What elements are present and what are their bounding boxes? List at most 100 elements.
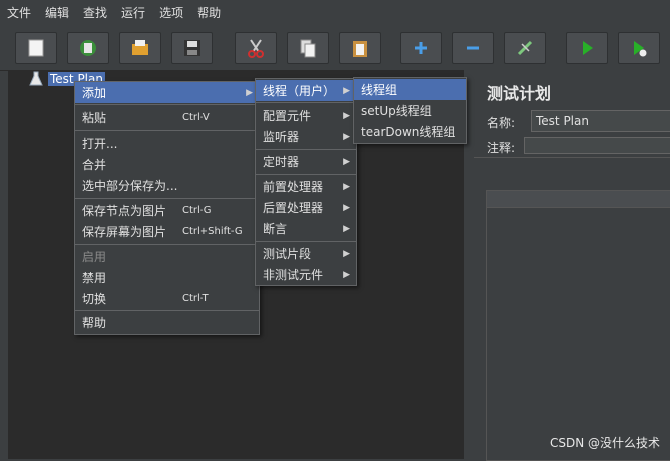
- submenu-arrow-icon: ▶: [343, 181, 350, 192]
- submenu-item-listener[interactable]: 监听器 ▶: [256, 126, 356, 147]
- menu-search[interactable]: 查找: [76, 0, 114, 26]
- copy-button[interactable]: [287, 32, 329, 64]
- menu-shortcut: Ctrl+Shift-G: [182, 226, 243, 237]
- expand-button[interactable]: [400, 32, 442, 64]
- menu-item-label: 线程组: [361, 83, 398, 97]
- menu-item-save-node-image[interactable]: 保存节点为图片 Ctrl-G: [75, 200, 259, 221]
- submenu-arrow-icon: ▶: [343, 85, 350, 96]
- menu-item-label: 合并: [82, 158, 107, 172]
- submenu-item-setup-thread-group[interactable]: setUp线程组: [354, 100, 466, 121]
- variables-table-header: [487, 191, 670, 208]
- menu-separator: [256, 241, 356, 242]
- menu-item-label: 定时器: [263, 155, 300, 169]
- menu-separator: [75, 244, 259, 245]
- menu-item-toggle[interactable]: 切换 Ctrl-T: [75, 288, 259, 309]
- submenu-item-test-fragment[interactable]: 测试片段 ▶: [256, 243, 356, 264]
- menu-item-label: 选中部分保存为...: [82, 179, 178, 193]
- panel-title: 测试计划: [487, 84, 552, 103]
- menu-item-label: 断言: [263, 222, 288, 236]
- menu-item-help[interactable]: 帮助: [75, 312, 259, 333]
- menu-item-label: 非测试元件: [263, 268, 324, 282]
- submenu-item-post-processor[interactable]: 后置处理器 ▶: [256, 197, 356, 218]
- new-button[interactable]: [15, 32, 57, 64]
- menu-item-save-screen-image[interactable]: 保存屏幕为图片 Ctrl+Shift-G: [75, 221, 259, 242]
- menu-item-label: 前置处理器: [263, 180, 324, 194]
- menu-separator: [75, 198, 259, 199]
- templates-icon: [80, 40, 96, 56]
- menu-item-enable: 启用: [75, 246, 259, 267]
- menu-file[interactable]: 文件: [0, 0, 38, 26]
- start-button[interactable]: [566, 32, 608, 64]
- menu-item-label: setUp线程组: [361, 104, 432, 118]
- menu-separator: [256, 102, 356, 103]
- templates-button[interactable]: [67, 32, 109, 64]
- menu-item-label: 保存屏幕为图片: [82, 225, 167, 239]
- menu-run[interactable]: 运行: [114, 0, 152, 26]
- toolbar: [0, 26, 670, 71]
- submenu-arrow-icon: ▶: [246, 87, 253, 98]
- submenu-item-assertion[interactable]: 断言 ▶: [256, 218, 356, 239]
- menu-edit[interactable]: 编辑: [38, 0, 76, 26]
- start-no-pauses-button[interactable]: [618, 32, 660, 64]
- copy-icon: [300, 39, 316, 58]
- expand-icon: [415, 42, 427, 54]
- menu-bar: 文件 编辑 查找 运行 选项 帮助: [0, 0, 670, 26]
- collapse-button[interactable]: [452, 32, 494, 64]
- collapse-icon: [467, 46, 479, 50]
- submenu-item-thread-group[interactable]: 线程组: [354, 79, 466, 100]
- menu-shortcut: Ctrl-T: [182, 293, 209, 304]
- cut-button[interactable]: [235, 32, 277, 64]
- submenu-arrow-icon: ▶: [343, 269, 350, 280]
- save-button[interactable]: [171, 32, 213, 64]
- submenu-item-threads[interactable]: 线程（用户） ▶: [256, 80, 356, 101]
- menu-separator: [75, 104, 259, 105]
- name-field[interactable]: Test Plan: [531, 110, 670, 132]
- submenu-item-config-element[interactable]: 配置元件 ▶: [256, 105, 356, 126]
- open-icon: [132, 40, 148, 55]
- menu-item-label: 粘贴: [82, 111, 107, 125]
- paste-icon: [353, 41, 367, 57]
- panel-divider: [474, 157, 670, 158]
- open-button[interactable]: [119, 32, 161, 64]
- toggle-button[interactable]: [504, 32, 546, 64]
- menu-item-label: 打开...: [82, 137, 118, 151]
- menu-item-label: 切换: [82, 292, 107, 306]
- menu-item-paste[interactable]: 粘贴 Ctrl-V: [75, 107, 259, 128]
- menu-item-merge[interactable]: 合并: [75, 154, 259, 175]
- menu-item-label: 测试片段: [263, 247, 312, 261]
- threads-submenu: 线程组 setUp线程组 tearDown线程组: [353, 77, 467, 144]
- menu-item-label: 配置元件: [263, 109, 312, 123]
- menu-options[interactable]: 选项: [152, 0, 190, 26]
- menu-item-label: 后置处理器: [263, 201, 324, 215]
- name-label: 名称:: [487, 116, 516, 130]
- paste-button[interactable]: [339, 32, 381, 64]
- menu-item-label: 添加: [82, 86, 107, 100]
- menu-help[interactable]: 帮助: [190, 0, 228, 26]
- comment-field[interactable]: [524, 137, 670, 154]
- save-icon: [184, 40, 200, 56]
- submenu-item-pre-processor[interactable]: 前置处理器 ▶: [256, 176, 356, 197]
- add-submenu: 线程（用户） ▶ 配置元件 ▶ 监听器 ▶ 定时器 ▶ 前置处理器 ▶ 后置处理…: [255, 78, 357, 286]
- start-icon: [583, 41, 593, 55]
- menu-item-open[interactable]: 打开...: [75, 133, 259, 154]
- menu-item-label: 监听器: [263, 130, 300, 144]
- menu-item-add[interactable]: 添加 ▶: [75, 82, 259, 103]
- submenu-arrow-icon: ▶: [343, 223, 350, 234]
- submenu-item-timer[interactable]: 定时器 ▶: [256, 151, 356, 172]
- menu-item-label: 帮助: [82, 316, 107, 330]
- submenu-arrow-icon: ▶: [343, 131, 350, 142]
- menu-separator: [256, 174, 356, 175]
- submenu-item-teardown-thread-group[interactable]: tearDown线程组: [354, 121, 466, 142]
- menu-item-disable[interactable]: 禁用: [75, 267, 259, 288]
- toggle-icon: [517, 40, 533, 56]
- submenu-arrow-icon: ▶: [343, 156, 350, 167]
- submenu-item-non-test-element[interactable]: 非测试元件 ▶: [256, 264, 356, 285]
- menu-item-save-selection-as[interactable]: 选中部分保存为...: [75, 175, 259, 196]
- menu-separator: [256, 149, 356, 150]
- menu-item-label: tearDown线程组: [361, 125, 456, 139]
- variables-table: [486, 190, 670, 461]
- menu-item-label: 启用: [82, 250, 107, 264]
- menu-item-label: 线程（用户）: [263, 84, 336, 98]
- flask-icon: [29, 71, 43, 86]
- submenu-arrow-icon: ▶: [343, 110, 350, 121]
